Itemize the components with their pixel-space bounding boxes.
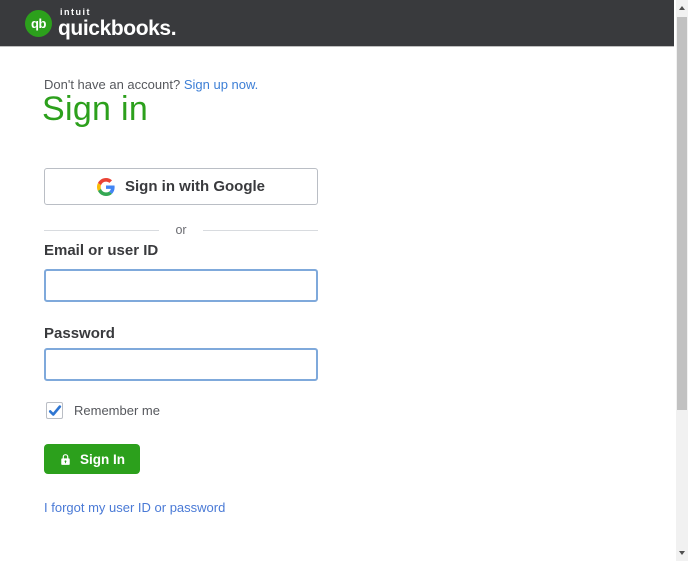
scrollbar-down-button[interactable] — [676, 545, 688, 561]
or-divider: or — [44, 222, 318, 238]
quickbooks-logo: qb intuit quickbooks. — [25, 6, 177, 40]
scrollbar-thumb[interactable] — [677, 17, 687, 410]
password-label: Password — [44, 325, 115, 342]
remember-me-checkbox[interactable] — [46, 402, 63, 419]
password-input[interactable] — [44, 348, 318, 381]
divider-or-label: or — [175, 223, 187, 237]
scrollbar-up-button[interactable] — [676, 0, 688, 16]
intuit-label: intuit — [60, 6, 91, 17]
google-signin-label: Sign in with Google — [125, 178, 265, 195]
lock-icon — [61, 453, 70, 465]
scroll-up-arrow-icon — [679, 6, 685, 10]
signup-link[interactable]: Sign up now. — [184, 77, 258, 92]
divider-line-right — [202, 229, 318, 231]
quickbooks-label: quickbooks. — [58, 16, 177, 40]
vertical-scrollbar[interactable] — [676, 0, 688, 561]
page-title: Sign in — [42, 90, 149, 128]
forgot-credentials-link[interactable]: I forgot my user ID or password — [44, 500, 225, 515]
qb-logo-icon: qb — [25, 9, 52, 37]
scroll-down-arrow-icon — [679, 551, 685, 555]
email-input[interactable] — [44, 269, 318, 302]
google-signin-button[interactable]: Sign in with Google — [44, 168, 318, 205]
divider-line-left — [44, 229, 160, 231]
remember-me-label: Remember me — [74, 403, 160, 418]
google-g-icon — [97, 177, 115, 196]
sign-in-button-label: Sign In — [80, 451, 125, 467]
remember-me-row[interactable]: Remember me — [46, 402, 160, 419]
app-header: qb intuit quickbooks. — [0, 0, 674, 46]
brand-wordmark: intuit quickbooks. — [58, 6, 177, 40]
sign-in-button[interactable]: Sign In — [44, 444, 140, 474]
checkmark-icon — [48, 404, 61, 416]
email-label: Email or user ID — [44, 242, 159, 259]
